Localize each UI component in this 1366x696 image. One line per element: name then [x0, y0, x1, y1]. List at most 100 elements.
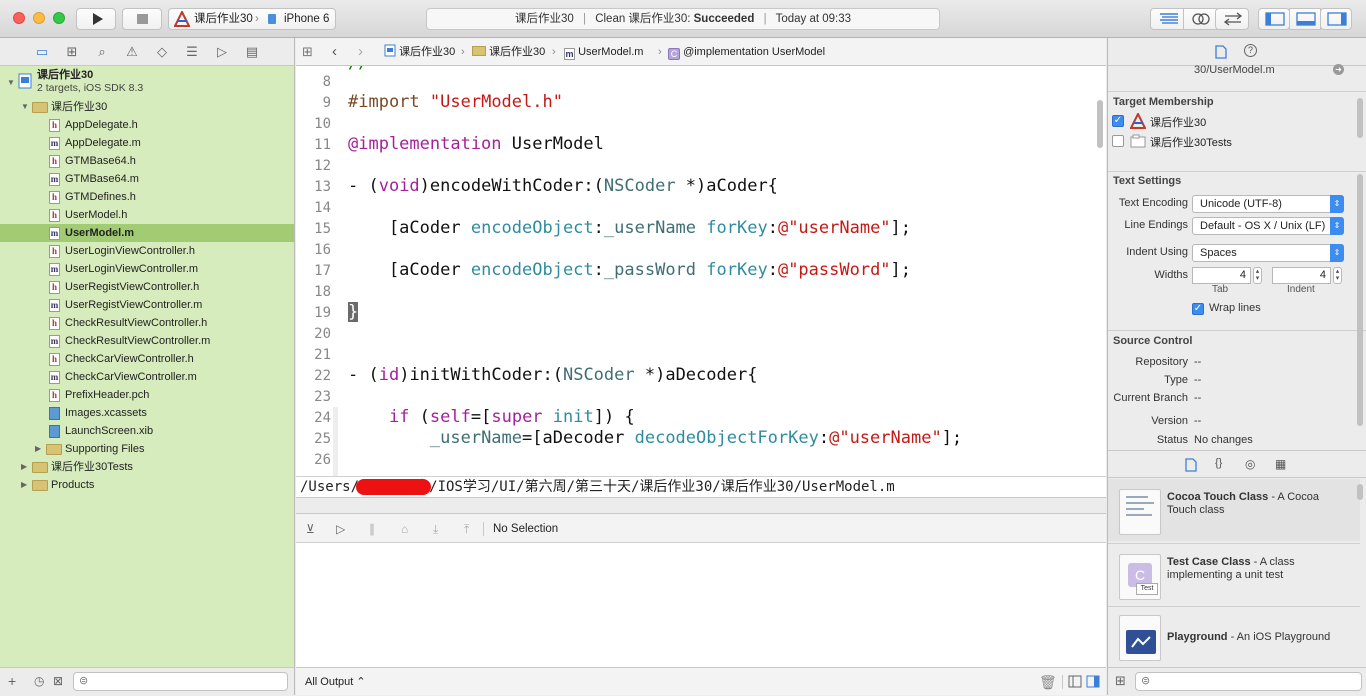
file-row[interactable]: h PrefixHeader.pch [0, 386, 294, 404]
version-editor-button[interactable] [1215, 8, 1249, 30]
inspector-scrollbar[interactable] [1357, 98, 1363, 138]
breadcrumb-symbol[interactable]: C @implementation UserModel [668, 38, 825, 66]
text-encoding-select[interactable]: Unicode (UTF-8) ⇕ [1192, 195, 1344, 213]
file-row[interactable]: m CheckCarViewController.m [0, 368, 294, 386]
disclosure-open-icon[interactable]: ▼ [21, 98, 29, 116]
step-in-icon[interactable]: ⤓ [433, 514, 438, 544]
file-row[interactable]: LaunchScreen.xib [0, 422, 294, 440]
hide-debug-icon[interactable]: ⊻ [306, 514, 315, 544]
wrap-lines-checkbox[interactable]: ✓ [1192, 303, 1204, 315]
breakpoints-toggle-icon[interactable]: ▷ [336, 514, 345, 544]
file-row[interactable]: h CheckResultViewController.h [0, 314, 294, 332]
file-row[interactable]: h CheckCarViewController.h [0, 350, 294, 368]
library-item[interactable]: Cocoa Touch Class - A Cocoa Touch class [1108, 479, 1360, 541]
target-row[interactable]: ✓ 课后作业30 [1108, 113, 1366, 131]
close-window-button[interactable] [13, 12, 25, 24]
minimize-window-button[interactable] [33, 12, 45, 24]
toggle-navigator-button[interactable] [1258, 8, 1290, 30]
step-over-icon[interactable]: ⌂ [401, 514, 408, 544]
tab-width-field[interactable]: 4 [1192, 267, 1251, 284]
file-row[interactable]: m CheckResultViewController.m [0, 332, 294, 350]
back-arrow-icon[interactable]: ‹ [332, 38, 337, 66]
standard-editor-button[interactable] [1150, 8, 1186, 30]
media-library-icon[interactable]: ▦ [1275, 457, 1286, 471]
console-view-icon[interactable] [1086, 675, 1100, 688]
breadcrumb-project[interactable]: 课后作业30 [384, 38, 455, 66]
related-items-icon[interactable]: ⊞ [302, 38, 313, 66]
file-row[interactable]: m AppDelegate.m [0, 134, 294, 152]
help-icon[interactable]: ? [1244, 44, 1257, 57]
file-row[interactable]: Images.xcassets [0, 404, 294, 422]
assistant-editor-button[interactable] [1183, 8, 1217, 30]
symbol-icon[interactable]: ⊞ [64, 44, 80, 60]
indent-width-field[interactable]: 4 [1272, 267, 1331, 284]
stop-button[interactable] [122, 8, 162, 30]
recent-icon[interactable]: ◷ [34, 674, 44, 688]
code-fold-ribbon[interactable] [333, 407, 338, 476]
grid-view-icon[interactable]: ⊞ [1115, 673, 1126, 689]
editor-scrollbar[interactable] [1097, 100, 1103, 148]
breadcrumb-group[interactable]: 课后作业30 [472, 38, 545, 66]
console-area[interactable] [296, 543, 1106, 667]
breadcrumb-file[interactable]: m UserModel.m [564, 38, 643, 66]
source-editor[interactable]: 891011121314151617181920212223242526 // … [296, 66, 1106, 476]
scheme-selector[interactable]: 课后作业30 › iPhone 6 [168, 8, 336, 30]
variables-view-icon[interactable] [1068, 675, 1082, 688]
library-item[interactable]: C Test Test Case Class - A class impleme… [1108, 544, 1360, 606]
target-checkbox[interactable]: ✓ [1112, 115, 1124, 127]
file-row[interactable]: h UserModel.h [0, 206, 294, 224]
toggle-debug-button[interactable] [1289, 8, 1321, 30]
breakpoint-icon[interactable]: ▷ [214, 44, 230, 60]
reveal-in-finder-icon[interactable]: ➜ [1333, 64, 1344, 75]
folder-icon[interactable]: ▭ [34, 44, 50, 60]
file-inspector-icon[interactable] [1215, 45, 1227, 59]
trash-icon[interactable]: 🗑 [1039, 668, 1057, 696]
object-library-icon[interactable]: ◎ [1245, 457, 1255, 471]
file-row[interactable]: h AppDelegate.h [0, 116, 294, 134]
tab-width-stepper[interactable]: ▴ ▾ [1253, 267, 1262, 284]
project-root[interactable]: ▼ 课后作业30 2 targets, iOS SDK 8.3 [0, 68, 294, 98]
code-snippet-icon[interactable]: {} [1215, 457, 1222, 469]
scm-filter-icon[interactable]: ⊠ [53, 674, 63, 688]
library-item[interactable]: Playground - An iOS Playground [1108, 607, 1360, 669]
group-row-tests[interactable]: ▶ 课后作业30Tests [0, 458, 294, 476]
filter-input[interactable]: ⊜ [73, 672, 288, 691]
output-selector[interactable]: All Output ⌃ [305, 668, 366, 696]
file-row[interactable]: h GTMDefines.h [0, 188, 294, 206]
group-row-supporting[interactable]: ▶ Supporting Files [0, 440, 294, 458]
file-row[interactable]: m UserLoginViewController.m [0, 260, 294, 278]
disclosure-closed-icon[interactable]: ▶ [21, 476, 27, 494]
run-button[interactable] [76, 8, 116, 30]
search-icon[interactable]: ⌕ [94, 44, 110, 60]
inspector-scrollbar[interactable] [1357, 174, 1363, 426]
add-icon[interactable]: + [8, 673, 16, 689]
debug-icon[interactable]: ☰ [184, 44, 200, 60]
pause-icon[interactable]: ∥ [369, 514, 375, 544]
indent-width-stepper[interactable]: ▴ ▾ [1333, 267, 1342, 284]
toggle-utilities-button[interactable] [1320, 8, 1352, 30]
file-row[interactable]: m UserRegistViewController.m [0, 296, 294, 314]
step-out-icon[interactable]: ⤒ [464, 514, 469, 544]
group-row-products[interactable]: ▶ Products [0, 476, 294, 494]
warning-icon[interactable]: ⚠ [124, 44, 140, 60]
disclosure-closed-icon[interactable]: ▶ [21, 458, 27, 476]
file-row[interactable]: h UserLoginViewController.h [0, 242, 294, 260]
report-icon[interactable]: ▤ [244, 44, 260, 60]
file-row[interactable]: m GTMBase64.m [0, 170, 294, 188]
group-row-main[interactable]: ▼ 课后作业30 [0, 98, 294, 116]
forward-arrow-icon[interactable]: › [358, 38, 363, 66]
target-checkbox[interactable] [1112, 135, 1124, 147]
disclosure-closed-icon[interactable]: ▶ [35, 440, 41, 458]
file-row[interactable]: h GTMBase64.h [0, 152, 294, 170]
indent-using-select[interactable]: Spaces ⇕ [1192, 244, 1344, 262]
zoom-window-button[interactable] [53, 12, 65, 24]
file-row[interactable]: h UserRegistViewController.h [0, 278, 294, 296]
disclosure-open-icon[interactable]: ▼ [7, 74, 15, 92]
file-template-icon[interactable] [1185, 458, 1197, 472]
library-scrollbar[interactable] [1357, 484, 1363, 500]
test-icon[interactable]: ◇ [154, 44, 170, 60]
library-filter-input[interactable]: ⊜ [1135, 672, 1362, 691]
target-row[interactable]: 课后作业30Tests [1108, 133, 1366, 151]
line-endings-select[interactable]: Default - OS X / Unix (LF) ⇕ [1192, 217, 1344, 235]
file-row[interactable]: m UserModel.m [0, 224, 294, 242]
